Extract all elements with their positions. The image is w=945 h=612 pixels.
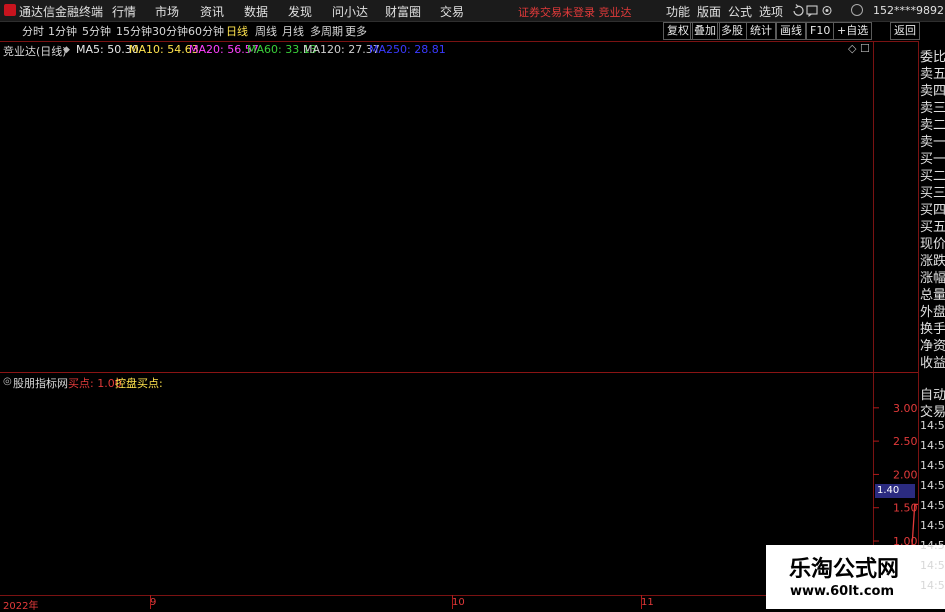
app-title: 通达信金融终端 <box>19 5 104 19</box>
indicator-y-axis: 3.002.502.001.501.00 <box>873 402 918 548</box>
adjust-button[interactable]: 复权 <box>663 22 693 40</box>
chart-canvas[interactable]: 70.0065.0060.0055.0050.0045.0040.0035.00… <box>0 41 918 609</box>
x-tick-oct: 10 <box>452 597 465 608</box>
legend-marker-icon[interactable]: ◆ <box>63 45 70 55</box>
menu-trade[interactable]: 交易 <box>440 3 464 20</box>
menu-news[interactable]: 资讯 <box>200 3 224 20</box>
tab-multi-period[interactable]: 多周期 <box>310 23 343 39</box>
tab-15min[interactable]: 15分钟 <box>116 23 152 39</box>
trade-time-2: 14:56 <box>920 459 945 472</box>
x-tick-sep: 9 <box>150 597 157 608</box>
window-icons <box>793 4 832 17</box>
ind-tick-label: 2.00 <box>893 468 918 481</box>
trade-time-0: 14:56 <box>920 419 945 432</box>
trade-time-8: 14:56 <box>920 579 945 592</box>
watermark-url: www.60lt.com <box>790 584 895 599</box>
menu-formula[interactable]: 公式 <box>728 3 752 20</box>
indicator-settings-icon[interactable]: ◎ <box>3 376 12 387</box>
indicator-buy-value: 买点: 1.00 <box>68 377 122 390</box>
ind-tick-label: 3.00 <box>893 402 918 415</box>
menu-data[interactable]: 数据 <box>244 3 268 20</box>
menu-options[interactable]: 选项 <box>759 3 783 20</box>
menu-discover[interactable]: 发现 <box>288 3 312 20</box>
stock-name: 竞业达(日线) <box>3 45 67 58</box>
menu-market[interactable]: 市场 <box>155 3 179 20</box>
x-tick-nov: 11 <box>641 597 654 608</box>
tab-1min[interactable]: 1分钟 <box>48 23 77 39</box>
trade-time-5: 14:56 <box>920 519 945 532</box>
add-favorite-button[interactable]: +自选 <box>833 22 873 40</box>
overlay-button[interactable]: 叠加 <box>690 22 720 40</box>
tab-daily[interactable]: 日线 <box>226 23 248 39</box>
ma-legend-5: MA250: 28.81 <box>369 43 446 56</box>
tab-30min[interactable]: 30分钟 <box>152 23 188 39</box>
order-book-label-18: 收益 <box>920 356 945 371</box>
indicator-control-label: 控盘买点: <box>115 377 163 390</box>
tab-5min[interactable]: 5分钟 <box>82 23 111 39</box>
trade-time-1: 14:56 <box>920 439 945 452</box>
indicator-current-value: 1.40 <box>875 484 915 498</box>
message-icon[interactable] <box>806 5 818 17</box>
x-tick-year: 2022年 <box>3 601 39 612</box>
menu-functions[interactable]: 功能 <box>666 3 690 20</box>
trade-label-1[interactable]: 交易 <box>920 401 945 420</box>
watermark-title: 乐淘公式网 <box>789 556 900 582</box>
tab-weekly[interactable]: 周线 <box>255 23 277 39</box>
tab-monthly[interactable]: 月线 <box>282 23 304 39</box>
chart-tool-icons[interactable]: ◇ ☐ <box>848 42 870 55</box>
settings-icon[interactable] <box>822 5 832 16</box>
refresh-icon[interactable] <box>793 4 804 16</box>
draw-lines-button[interactable]: 画线 <box>776 22 806 40</box>
multi-stock-button[interactable]: 多股 <box>717 22 747 40</box>
menu-wealth[interactable]: 财富圈 <box>385 3 421 20</box>
menu-layout[interactable]: 版面 <box>697 3 721 20</box>
menu-ask[interactable]: 问小达 <box>332 3 368 20</box>
tab-time-sharing[interactable]: 分时 <box>22 23 44 39</box>
tab-more[interactable]: 更多 <box>345 23 367 39</box>
app-logo-icon <box>4 4 16 16</box>
user-avatar-icon[interactable] <box>851 4 863 16</box>
f10-button[interactable]: F10 <box>806 22 835 40</box>
statistics-button[interactable]: 统计 <box>746 22 776 40</box>
indicator-name: 股朋指标网 <box>13 377 68 390</box>
trade-time-7: 14:56 <box>920 559 945 572</box>
login-status[interactable]: 证券交易未登录 竞业达 <box>518 4 632 20</box>
ind-tick-label: 2.50 <box>893 435 918 448</box>
back-button[interactable]: 返回 <box>890 22 920 40</box>
trade-time-4: 14:56 <box>920 499 945 512</box>
trade-time-3: 14:56 <box>920 479 945 492</box>
user-id[interactable]: 152****9892 <box>873 4 944 17</box>
menu-quotes[interactable]: 行情 <box>112 3 136 20</box>
tab-60min[interactable]: 60分钟 <box>188 23 224 39</box>
trade-time-6: 14:56 <box>920 539 945 552</box>
